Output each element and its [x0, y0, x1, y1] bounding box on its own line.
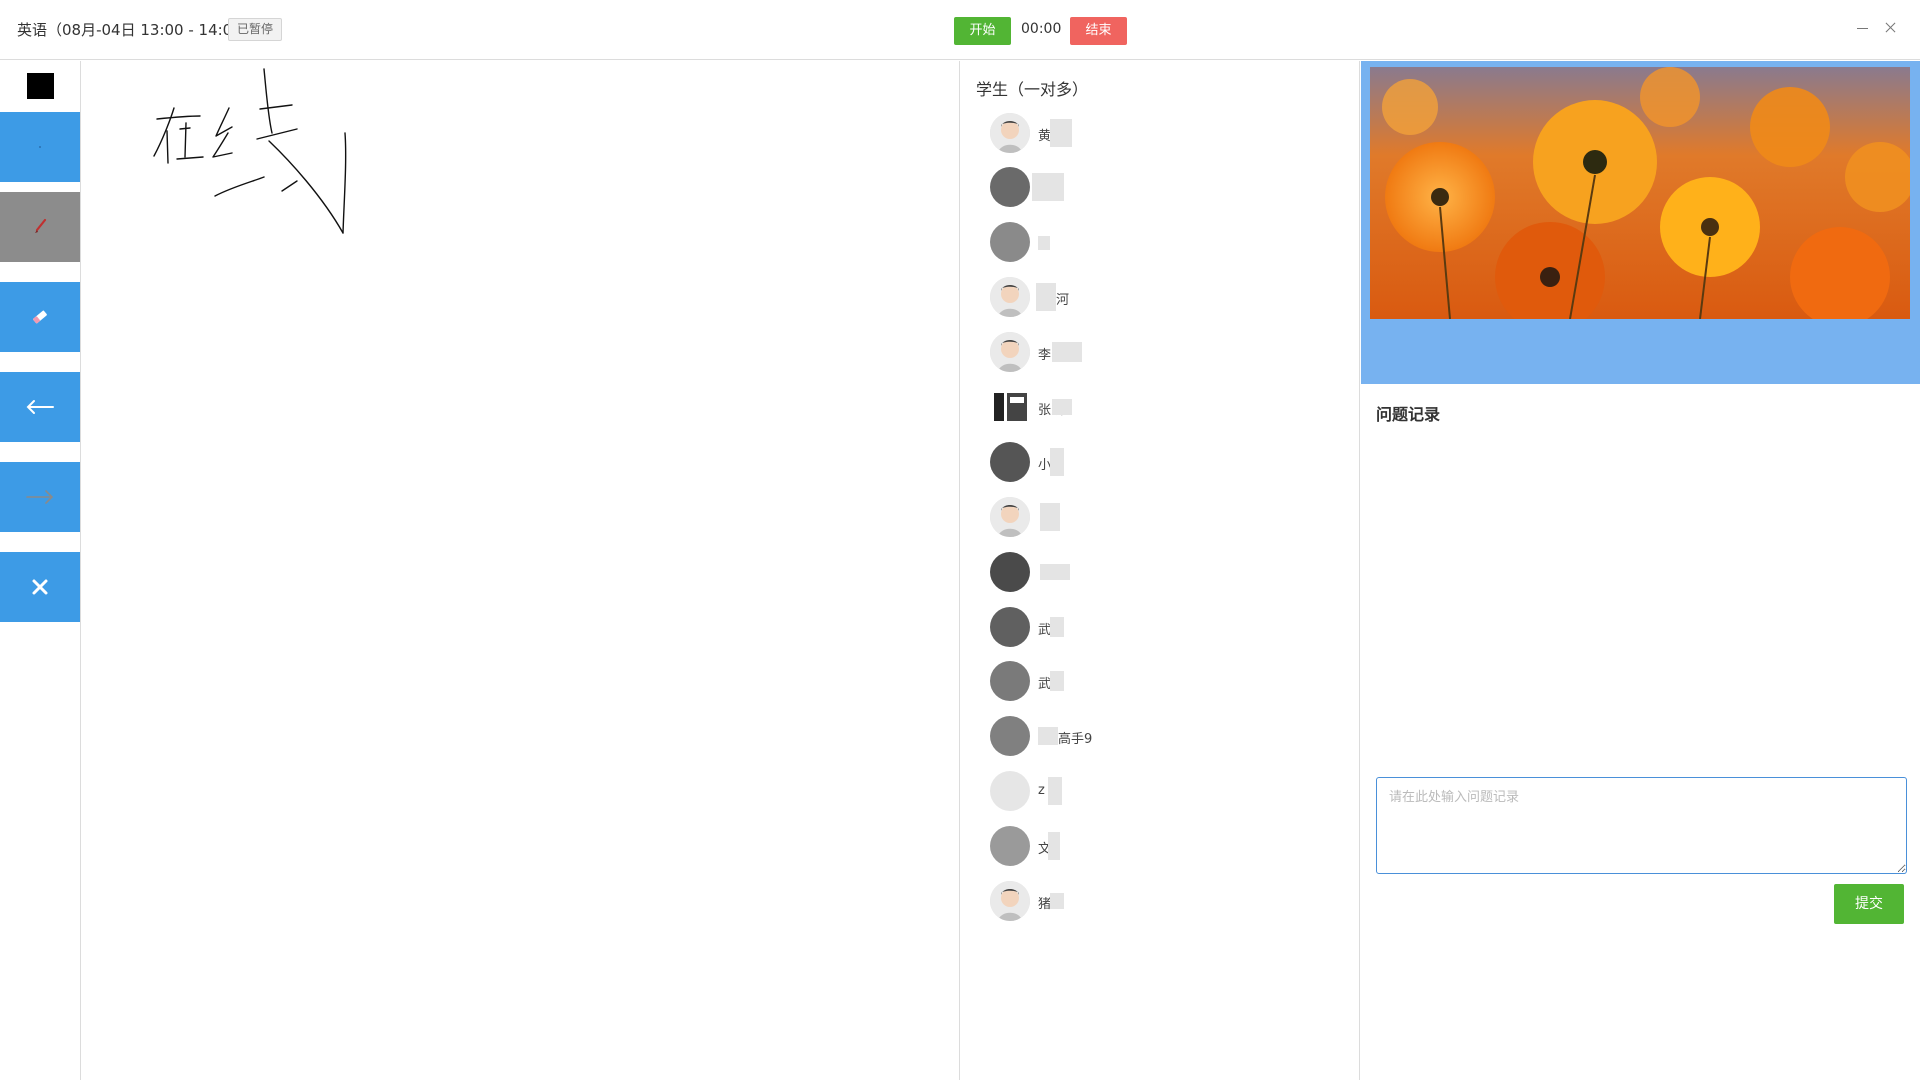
- default-boy-avatar: [990, 113, 1030, 153]
- blur-mask: [1038, 236, 1050, 250]
- default-boy-avatar: [990, 277, 1030, 317]
- student-item[interactable]: 李: [990, 332, 1350, 374]
- student-item[interactable]: 文: [990, 826, 1350, 868]
- student-item[interactable]: z: [990, 771, 1350, 813]
- pen-tool-button[interactable]: [0, 112, 80, 182]
- student-name: 高手9: [1058, 732, 1093, 747]
- color-picker[interactable]: [27, 73, 54, 99]
- student-item[interactable]: [990, 167, 1350, 209]
- course-title: 英语（08月-04日 13:00 - 14:00）: [17, 21, 257, 39]
- blur-mask: [1036, 283, 1056, 311]
- submit-button[interactable]: 提交: [1834, 884, 1904, 924]
- logo-avatar: [990, 387, 1030, 427]
- brush-tool-button[interactable]: [0, 192, 80, 262]
- photo-avatar: [990, 771, 1030, 811]
- photo-avatar: [990, 661, 1030, 701]
- blur-mask: [1048, 777, 1062, 805]
- blur-mask: [1050, 448, 1064, 476]
- notes-title: 问题记录: [1376, 405, 1441, 424]
- default-boy-avatar: [990, 332, 1030, 372]
- eraser-tool-button[interactable]: [0, 282, 80, 352]
- default-boy-avatar: [990, 881, 1030, 921]
- redo-button[interactable]: [0, 462, 80, 532]
- student-item[interactable]: 武 7: [990, 661, 1350, 703]
- video-feed-image: [1370, 67, 1910, 319]
- close-icon: [32, 579, 48, 595]
- photo-avatar: [990, 222, 1030, 262]
- minimize-icon[interactable]: [1853, 18, 1873, 38]
- blur-mask: [1038, 727, 1058, 745]
- end-button[interactable]: 结束: [1070, 17, 1127, 45]
- student-name: z: [1038, 783, 1045, 798]
- student-item[interactable]: 黄: [990, 113, 1350, 155]
- handwriting-strokes: [153, 68, 347, 234]
- photo-avatar: [990, 167, 1030, 207]
- student-name: 河: [1056, 293, 1070, 308]
- student-name: 李: [1038, 348, 1052, 363]
- student-item[interactable]: 猪: [990, 881, 1350, 923]
- blur-mask: [1048, 832, 1060, 860]
- pen-icon: [39, 146, 41, 148]
- top-bar: 英语（08月-04日 13:00 - 14:00） 已暂停 开始 00:00 结…: [0, 0, 1920, 60]
- blur-mask: [1032, 173, 1064, 201]
- whiteboard-canvas[interactable]: [82, 61, 959, 1080]
- undo-button[interactable]: [0, 372, 80, 442]
- clear-board-button[interactable]: [0, 552, 80, 622]
- student-item[interactable]: [990, 222, 1350, 264]
- photo-avatar: [990, 607, 1030, 647]
- student-item[interactable]: 小: [990, 442, 1350, 484]
- photo-avatar: [990, 552, 1030, 592]
- blur-mask: [1052, 342, 1082, 362]
- arrow-left-icon: [26, 400, 54, 414]
- student-item[interactable]: 高手9: [990, 716, 1350, 758]
- blur-mask: [1052, 399, 1072, 415]
- student-item[interactable]: 武 6: [990, 607, 1350, 649]
- arrow-right-icon: [26, 490, 54, 504]
- blur-mask: [1050, 119, 1072, 147]
- student-item[interactable]: 河: [990, 277, 1350, 319]
- video-area: [1361, 61, 1920, 384]
- blur-mask: [1040, 503, 1060, 531]
- right-panel: 问题记录 提交: [1361, 61, 1920, 1080]
- student-item[interactable]: 张 耀: [990, 387, 1350, 429]
- brush-icon: [35, 218, 47, 233]
- students-panel: 学生（一对多） 黄 河 李 张 耀: [959, 61, 1360, 1080]
- student-item[interactable]: [990, 552, 1350, 594]
- photo-avatar: [990, 442, 1030, 482]
- blur-mask: [1050, 617, 1064, 637]
- timer: 00:00: [1021, 21, 1062, 37]
- blur-mask: [1040, 564, 1070, 580]
- notes-input[interactable]: [1376, 777, 1907, 874]
- students-title: 学生（一对多）: [976, 80, 1089, 99]
- eraser-icon: [33, 310, 47, 324]
- start-button[interactable]: 开始: [954, 17, 1011, 45]
- drawing-toolbar: [0, 61, 81, 1080]
- default-boy-avatar: [990, 497, 1030, 537]
- blur-mask: [1050, 671, 1064, 691]
- blur-mask: [1050, 893, 1064, 909]
- photo-avatar: [990, 716, 1030, 756]
- close-window-icon[interactable]: [1881, 18, 1901, 38]
- status-badge: 已暂停: [228, 18, 283, 41]
- photo-avatar: [990, 826, 1030, 866]
- student-item[interactable]: [990, 497, 1350, 539]
